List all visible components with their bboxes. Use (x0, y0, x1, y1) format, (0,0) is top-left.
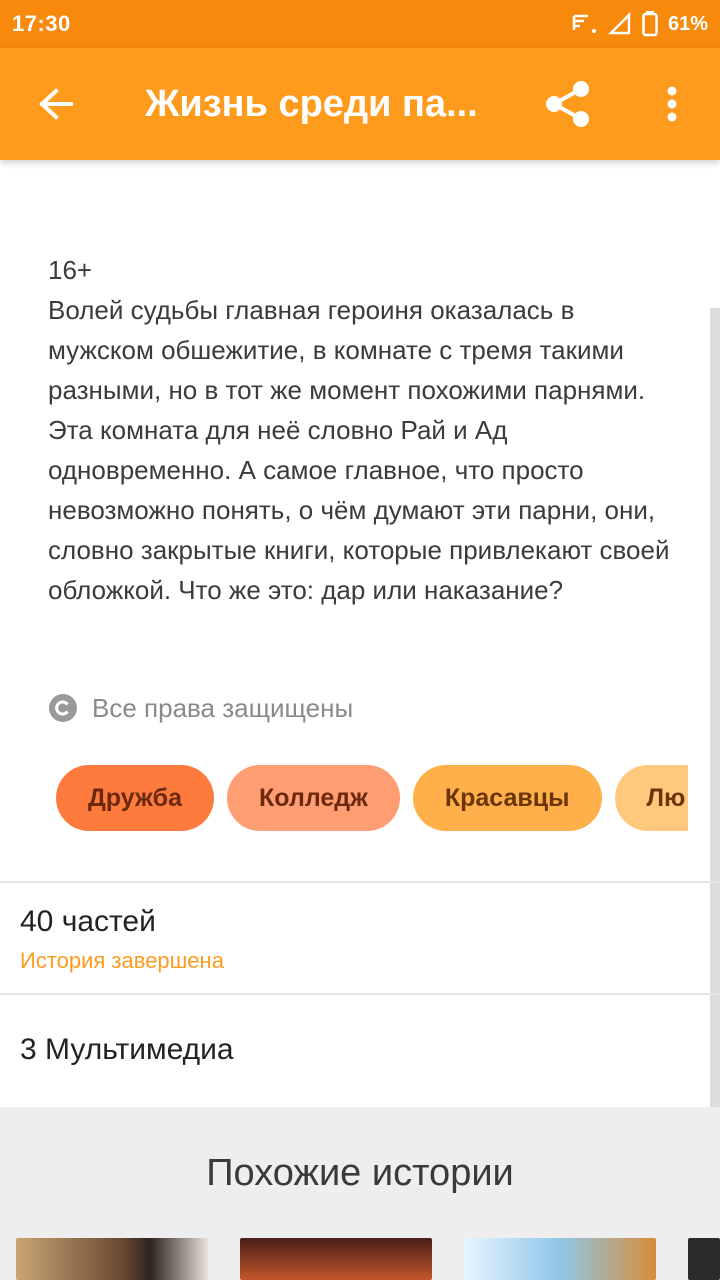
network-icon (572, 12, 598, 36)
status-icons: 61% (572, 11, 708, 37)
parts-count[interactable]: 40 частей (20, 905, 156, 939)
tag-chip[interactable]: Колледж (227, 765, 400, 831)
more-vert-icon (667, 86, 677, 122)
status-time: 17:30 (12, 11, 71, 36)
share-button[interactable] (540, 76, 596, 132)
scrollbar[interactable] (710, 308, 720, 1178)
tag-chip[interactable]: Лю (614, 765, 688, 831)
signal-icon (607, 12, 632, 36)
story-title: Жизнь среди па... (145, 83, 478, 125)
app-bar: Жизнь среди па... (0, 48, 720, 160)
similar-story-cover[interactable] (16, 1238, 208, 1280)
status-bar: 17:30 61% (0, 0, 720, 48)
copyright-row: Все права защищены (48, 690, 353, 726)
tag-chip[interactable]: Красавцы (412, 765, 602, 831)
description-text: Волей судьбы главная героиня оказалась в… (48, 295, 670, 605)
tags-row: Дружба Колледж Красавцы Лю (56, 765, 688, 833)
share-icon (546, 81, 589, 127)
story-description: 16+ Волей судьбы главная героиня оказала… (48, 250, 678, 610)
age-rating: 16+ (48, 255, 93, 285)
divider (0, 993, 720, 995)
back-button[interactable] (30, 78, 82, 130)
battery-icon (642, 11, 658, 37)
copyright-icon (49, 694, 77, 722)
similar-story-cover[interactable] (464, 1238, 656, 1280)
copyright-label: Все права защищены (92, 692, 354, 723)
tag-chip[interactable]: Дружба (56, 765, 215, 831)
story-status: История завершена (20, 948, 224, 973)
divider (0, 881, 720, 883)
similar-stories-title: Похожие истории (206, 1152, 514, 1194)
similar-story-cover[interactable] (240, 1238, 432, 1280)
arrow-back-icon (39, 88, 73, 120)
multimedia-link[interactable]: 3 Мультимедиа (20, 1033, 234, 1067)
battery-percent: 61% (667, 12, 708, 35)
more-options-button[interactable] (648, 76, 696, 132)
similar-story-cover[interactable] (688, 1238, 720, 1280)
